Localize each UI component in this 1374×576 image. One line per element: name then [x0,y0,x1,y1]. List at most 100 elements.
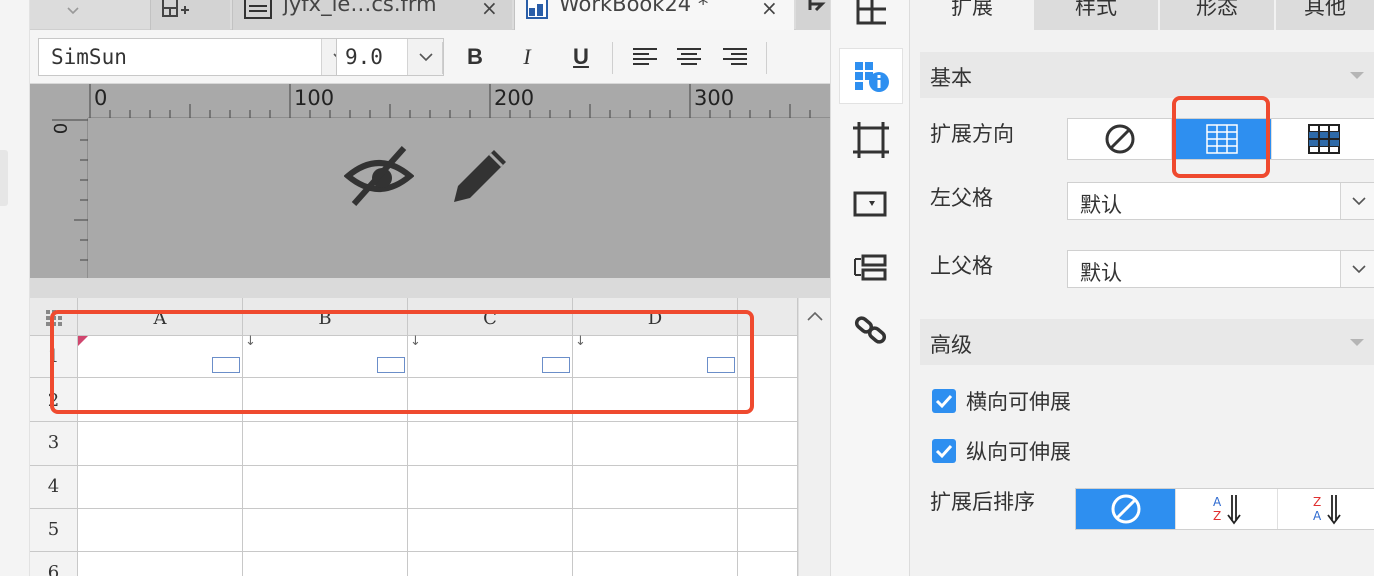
select-all-corner[interactable] [30,298,78,336]
font-family-select[interactable]: SimSun [38,38,358,76]
layout-add-icon [162,0,189,17]
hidden-eye-icon[interactable] [344,146,414,206]
cell-a6[interactable] [78,552,243,576]
sort-ascending-option[interactable]: AZ [1176,489,1278,529]
underline-button[interactable]: U [564,40,598,74]
vertical-expand-option[interactable] [1172,119,1272,159]
horizontal-expand-option[interactable] [1272,119,1374,159]
italic-button[interactable]: I [510,40,544,74]
scroll-up-button[interactable] [801,302,829,330]
row-header-1[interactable]: 1 [30,336,78,378]
align-left-button[interactable] [628,40,662,74]
cell-b2[interactable] [243,378,408,422]
horizontal-expand-checkbox-row[interactable]: 横向可伸展 [932,386,1071,416]
tab-overflow-button[interactable] [796,0,830,30]
cell-c2[interactable] [408,378,573,422]
hyperlink-category-button[interactable] [839,302,903,358]
cell-properties-category-button[interactable] [839,48,903,104]
cell-e3[interactable] [738,422,798,466]
widget-category-button[interactable] [839,176,903,232]
column-header-e[interactable] [738,298,798,336]
chevron-down-icon[interactable] [1340,183,1374,219]
align-center-button[interactable] [672,40,706,74]
cell-d6[interactable] [573,552,738,576]
cell-b4[interactable] [243,466,408,509]
cell-c3[interactable] [408,422,573,466]
cell-marker [78,336,88,346]
vertical-expand-label: 纵向可伸展 [966,440,1071,464]
cell-a5[interactable] [78,509,243,552]
expand-direction-label: 扩展方向 [930,122,1014,146]
stacked-bars-icon [854,254,887,281]
bold-button[interactable]: B [458,40,492,74]
row-header-2[interactable]: 2 [30,378,78,422]
sort-descending-option[interactable]: ZA [1278,489,1374,529]
workbook-icon [526,0,548,19]
align-right-button[interactable] [718,40,752,74]
form-canvas[interactable] [90,120,830,278]
cell-d3[interactable] [573,422,738,466]
svg-text:A: A [1313,509,1322,523]
cell-b1[interactable]: ↓ [243,334,408,378]
cell-d5[interactable] [573,509,738,552]
cell-d1[interactable]: ↓ [573,334,738,378]
vertical-scrollbar[interactable] [798,298,830,576]
cell-b6[interactable] [243,552,408,576]
no-sort-option[interactable] [1076,489,1176,529]
no-expand-option[interactable] [1068,119,1172,159]
cell-a1[interactable] [78,336,243,378]
svg-text:A: A [1213,495,1222,509]
vertical-expand-icon [1205,124,1238,154]
cell-e6[interactable] [738,552,798,576]
tab-expand[interactable]: 扩展 [910,0,1034,30]
collapse-handle[interactable] [0,150,8,206]
column-header-a[interactable]: A [78,298,243,336]
cell-b3[interactable] [243,422,408,466]
cell-b5[interactable] [243,509,408,552]
advanced-section-header[interactable]: 高级 [920,319,1374,365]
vertical-expand-checkbox[interactable] [932,439,956,463]
cell-d2[interactable] [573,378,738,422]
no-sort-icon [1111,494,1140,524]
layout-category-button[interactable] [839,0,903,38]
cell-a3[interactable] [78,422,243,466]
tab-layout[interactable] [150,0,230,30]
tab-other-label: 其他 [1304,0,1346,19]
column-header-d[interactable]: D [573,298,738,336]
vertical-expand-checkbox-row[interactable]: 纵向可伸展 [932,436,1071,466]
tab-other[interactable]: 其他 [1276,0,1374,30]
font-size-select[interactable]: 9.0 [336,38,444,76]
cell-e4[interactable] [738,466,798,509]
chevron-down-icon[interactable] [407,39,443,75]
border-category-button[interactable] [839,112,903,168]
top-parent-select[interactable]: 默认 [1067,250,1374,288]
tab-style[interactable]: 样式 [1034,0,1158,30]
cell-a4[interactable] [78,466,243,509]
row-header-3[interactable]: 3 [30,422,78,466]
column-header-c[interactable]: C [408,298,573,336]
cell-c5[interactable] [408,509,573,552]
cell-e2[interactable] [738,378,798,422]
tab-form[interactable]: 形态 [1160,0,1274,30]
cell-e1[interactable] [738,336,798,378]
chevron-down-icon[interactable] [1340,251,1374,287]
column-header-b[interactable]: B [243,298,408,336]
horizontal-expand-checkbox[interactable] [932,389,956,413]
cell-c4[interactable] [408,466,573,509]
close-icon[interactable]: × [761,0,778,20]
cell-a2[interactable] [78,378,243,422]
cell-c6[interactable] [408,552,573,576]
edit-pencil-icon[interactable] [448,144,512,208]
basic-section-header[interactable]: 基本 [920,52,1374,98]
tab-frm-file[interactable]: jyfx_le…cs.frm × [232,0,512,30]
row-header-6[interactable]: 6 [30,552,78,576]
close-icon[interactable]: × [481,0,498,20]
row-header-5[interactable]: 5 [30,509,78,552]
cell-e5[interactable] [738,509,798,552]
cell-c1[interactable]: ↓ [408,334,573,378]
tab-workbook[interactable]: WorkBook24 * × [514,0,794,30]
condition-category-button[interactable] [839,240,903,296]
left-parent-select[interactable]: 默认 [1067,182,1374,220]
cell-d4[interactable] [573,466,738,509]
row-header-4[interactable]: 4 [30,466,78,509]
